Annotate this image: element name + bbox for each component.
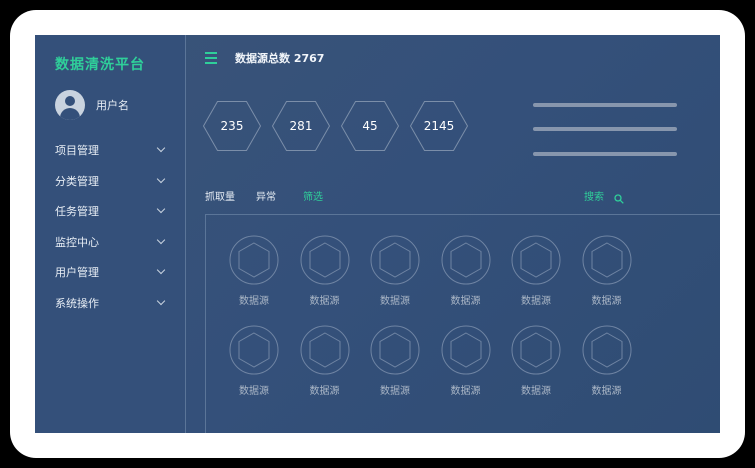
chevron-down-icon [156,204,166,214]
tile-label: 数据源 [239,386,269,397]
hexagon-node-icon [300,235,349,285]
sidebar-item-label: 用户管理 [55,266,99,279]
filter-tab-crawl[interactable]: 抓取量 [205,188,235,203]
stat-value: 281 [289,119,313,133]
data-source-tile[interactable]: 数据源 [436,235,496,315]
sidebar-item-label: 任务管理 [55,205,99,218]
avatar-head [65,96,75,106]
tile-label: 数据源 [450,386,481,397]
app-screen: 数据清洗平台 用户名 项目管理 分类管理 任务管理 监控中心 用户管理 系统操作… [35,35,720,433]
placeholder-bar [533,127,677,131]
sidebar: 数据清洗平台 用户名 项目管理 分类管理 任务管理 监控中心 用户管理 系统操作 [35,35,186,433]
avatar-body [60,108,80,120]
data-source-tile[interactable]: 数据源 [436,325,496,405]
sidebar-item-task[interactable]: 任务管理 [35,202,185,233]
data-source-tile[interactable]: 数据源 [365,325,425,405]
data-source-panel: 数据源 数据源 数据源 数据源 数据源 数据源 数据源 数据源 数据源 数据源 数据源 数据源 [205,214,720,433]
sidebar-item-label: 分类管理 [55,174,99,188]
sidebar-item-label: 项目管理 [55,144,99,157]
data-source-tile[interactable]: 数据源 [224,325,284,405]
stat-hexagon: 281 [272,101,330,151]
hexagon-node-icon [370,235,420,285]
hexagon-node-icon [582,325,631,375]
stat-hexagon: 45 [341,101,399,151]
brand-title: 数据清洗平台 [55,57,145,73]
data-source-tile[interactable]: 数据源 [506,235,566,315]
filter-tab-exception[interactable]: 异常 [256,188,276,203]
tile-label: 数据源 [450,296,481,307]
page-title: 数据源总数 2767 [235,52,325,65]
stat-value: 235 [220,119,244,133]
tile-label: 数据源 [380,386,410,397]
tile-label: 数据源 [309,296,340,307]
data-source-tile[interactable]: 数据源 [577,325,637,405]
chevron-down-icon [156,296,166,305]
search-button[interactable]: 搜索 [584,188,604,203]
device-frame: 数据清洗平台 用户名 项目管理 分类管理 任务管理 监控中心 用户管理 系统操作… [10,10,745,458]
username-label[interactable]: 用户名 [96,97,129,113]
tile-label: 数据源 [521,386,551,397]
chevron-down-icon [156,143,166,153]
hexagon-node-icon [441,235,490,285]
hexagon-node-icon [300,325,349,375]
hexagon-node-icon [441,325,490,375]
data-source-tile[interactable]: 数据源 [365,235,425,315]
sidebar-item-users[interactable]: 用户管理 [35,263,185,294]
tile-label: 数据源 [591,296,622,307]
sidebar-menu: 项目管理 分类管理 任务管理 监控中心 用户管理 系统操作 [35,141,185,324]
stat-hexagon: 2145 [410,101,468,151]
sidebar-item-system[interactable]: 系统操作 [35,294,185,325]
hexagon-node-icon [582,235,631,285]
tile-label: 数据源 [239,296,269,307]
hamburger-icon[interactable] [205,52,217,64]
data-source-tile[interactable]: 数据源 [506,325,566,405]
data-source-tile[interactable]: 数据源 [224,235,284,315]
tile-label: 数据源 [591,386,622,397]
placeholder-bar [533,152,677,156]
chevron-down-icon [156,235,166,244]
chevron-down-icon [156,265,166,275]
hexagon-node-icon [229,325,279,375]
avatar-icon[interactable] [55,90,85,120]
data-source-tile[interactable]: 数据源 [295,235,355,315]
chevron-down-icon [156,174,166,183]
data-source-tile[interactable]: 数据源 [295,325,355,405]
sidebar-item-monitor[interactable]: 监控中心 [35,233,185,264]
search-icon[interactable] [614,189,624,204]
tile-label: 数据源 [309,386,340,397]
hexagon-node-icon [511,235,561,285]
sidebar-item-category[interactable]: 分类管理 [35,172,185,203]
sidebar-item-project[interactable]: 项目管理 [35,141,185,172]
sidebar-item-label: 监控中心 [55,235,99,249]
filter-tab-filter[interactable]: 筛选 [303,188,323,203]
stat-hexagon: 235 [203,101,261,151]
sidebar-item-label: 系统操作 [55,296,99,310]
stat-value: 45 [362,119,378,133]
tile-label: 数据源 [521,296,551,307]
placeholder-bar [533,103,677,107]
data-source-tile[interactable]: 数据源 [577,235,637,315]
stat-value: 2145 [423,119,455,133]
hexagon-node-icon [370,325,420,375]
hexagon-node-icon [511,325,561,375]
tile-label: 数据源 [380,296,410,307]
hexagon-node-icon [229,235,279,285]
